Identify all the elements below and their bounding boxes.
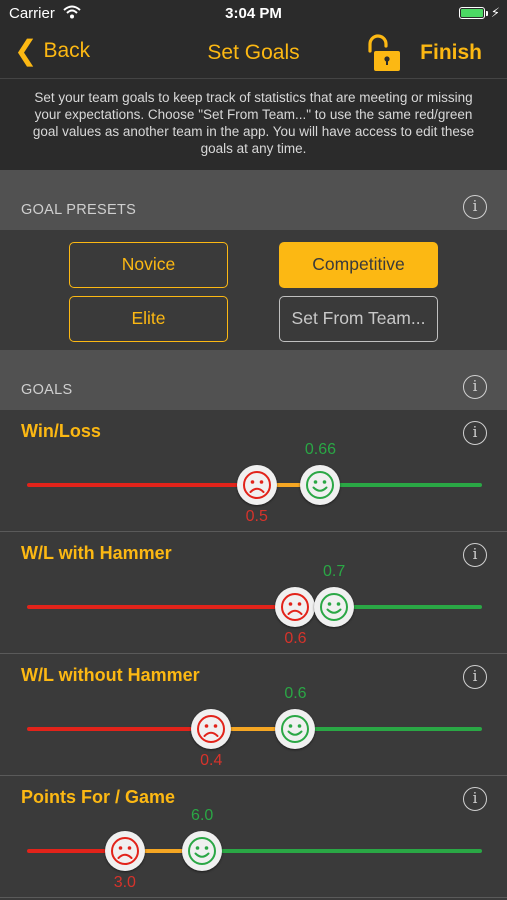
goal-row: W/L with Hammer i 0.7 0.6	[0, 532, 507, 654]
red-goal-slider-handle[interactable]	[275, 587, 316, 627]
navigation-bar: ❮ Back Set Goals Finish	[0, 28, 507, 78]
info-icon[interactable]: i	[463, 665, 487, 689]
green-goal-value: 0.66	[304, 441, 337, 458]
red-goal-value: 0.5	[245, 508, 268, 525]
finish-button[interactable]: Finish	[420, 41, 482, 65]
set-from-team-button[interactable]: Set From Team...	[279, 296, 438, 342]
green-goal-slider-handle[interactable]	[182, 831, 223, 871]
goal-presets-header: GOAL PRESETS i	[0, 170, 507, 230]
status-time: 3:04 PM	[225, 5, 282, 22]
green-track	[202, 849, 482, 853]
red-track	[27, 605, 296, 609]
red-track	[27, 727, 212, 731]
red-goal-slider-handle[interactable]	[191, 709, 232, 749]
green-goal-value: 0.7	[323, 563, 346, 580]
green-track	[334, 605, 482, 609]
goal-presets-label: GOAL PRESETS	[21, 202, 137, 218]
red-goal-slider-handle[interactable]	[236, 465, 277, 505]
charging-icon: ⚡	[490, 5, 500, 20]
goal-title: W/L without Hammer	[21, 665, 200, 685]
unlocked-padlock-icon[interactable]	[362, 34, 402, 72]
battery-icon	[459, 7, 485, 19]
description-text: Set your team goals to keep track of sta…	[0, 78, 507, 170]
info-icon[interactable]: i	[463, 421, 487, 445]
battery-tip	[486, 11, 488, 16]
red-goal-value: 0.6	[284, 630, 307, 647]
red-goal-value: 3.0	[113, 874, 136, 891]
info-icon[interactable]: i	[463, 375, 487, 399]
status-bar: Carrier 3:04 PM ⚡	[0, 0, 507, 28]
green-goal-value: 6.0	[191, 807, 214, 824]
green-goal-slider-handle[interactable]	[300, 465, 341, 505]
goal-row: Win/Loss i 0.66 0.5	[0, 410, 507, 532]
green-goal-slider-handle[interactable]	[314, 587, 355, 627]
goal-title: W/L with Hammer	[21, 543, 172, 563]
green-track	[295, 727, 482, 731]
goals-label: GOALS	[21, 382, 73, 398]
green-goal-slider-handle[interactable]	[275, 709, 316, 749]
goal-title: Win/Loss	[21, 421, 101, 441]
green-goal-value: 0.6	[284, 685, 307, 702]
info-icon[interactable]: i	[463, 787, 487, 811]
goals-header: GOALS i	[0, 350, 507, 410]
goal-title: Points For / Game	[21, 787, 176, 807]
goal-row: Points For / Game i 6.0 3.0	[0, 776, 507, 898]
goal-row: W/L without Hammer i 0.6 0.4	[0, 654, 507, 776]
red-goal-value: 0.4	[200, 752, 223, 769]
preset-competitive-button[interactable]: Competitive	[279, 242, 438, 288]
presets-panel: Novice Competitive Elite Set From Team..…	[0, 230, 507, 350]
red-track	[27, 483, 257, 487]
info-icon[interactable]: i	[463, 195, 487, 219]
preset-novice-button[interactable]: Novice	[69, 242, 228, 288]
info-icon[interactable]: i	[463, 543, 487, 567]
preset-elite-button[interactable]: Elite	[69, 296, 228, 342]
red-goal-slider-handle[interactable]	[104, 831, 145, 871]
green-track	[320, 483, 482, 487]
